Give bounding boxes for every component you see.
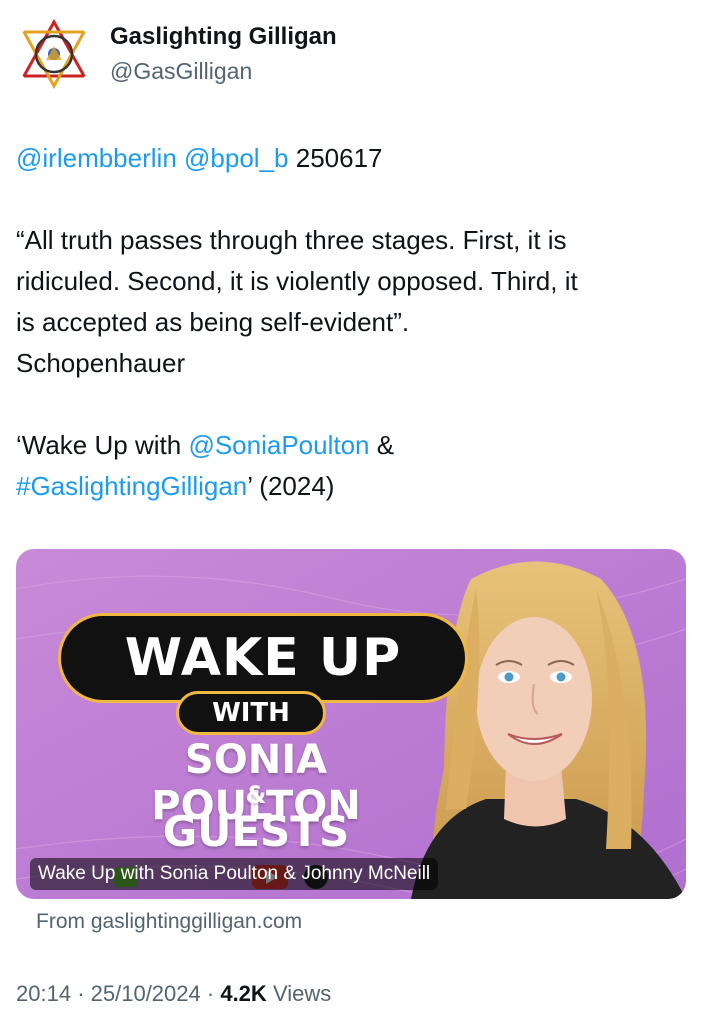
- quote-author: Schopenhauer: [16, 348, 186, 378]
- card-title-with: WITH: [212, 698, 290, 728]
- card-source[interactable]: From gaslightinggilligan.com: [36, 909, 302, 935]
- tweet-text-fragment: 250617: [295, 143, 383, 173]
- author-display-name[interactable]: Gaslighting Gilligan: [110, 22, 337, 52]
- card-guests: GUESTS: [162, 807, 350, 856]
- tweet-time[interactable]: 20:14: [16, 981, 71, 1006]
- tweet-text-fragment: ’ (2024): [247, 471, 335, 501]
- quote-line: “All truth passes through three stages. …: [16, 225, 567, 255]
- author-handle[interactable]: @GasGilligan: [110, 56, 337, 86]
- tweet-meta: 20:14 · 25/10/2024 · 4.2K Views: [16, 980, 331, 1008]
- tweet-date[interactable]: 25/10/2024: [91, 981, 201, 1006]
- card-caption[interactable]: Wake Up with Sonia Poulton & Johnny McNe…: [30, 858, 439, 890]
- tweet-line-mentions: @irlembberlin @bpol_b 250617: [16, 138, 692, 179]
- tweet-text-fragment: &: [376, 430, 395, 460]
- hashtag-link[interactable]: #GaslightingGilligan: [16, 471, 247, 501]
- card-ampersand: &: [245, 781, 267, 809]
- meta-separator: ·: [77, 981, 85, 1006]
- meta-separator: ·: [206, 981, 215, 1006]
- logo-icon: [21, 18, 87, 90]
- views-count[interactable]: 4.2K: [220, 981, 266, 1006]
- quote-line: is accepted as being self-evident”.: [16, 307, 410, 337]
- show-line-1: ‘Wake Up with @SoniaPoulton &: [16, 425, 692, 466]
- quote-line: ridiculed. Second, it is violently oppos…: [16, 266, 578, 296]
- show-line-2: #GaslightingGilligan’ (2024): [16, 466, 692, 507]
- card-title-big: WAKE UP: [124, 628, 402, 688]
- mention-link[interactable]: @bpol_b: [184, 143, 288, 173]
- views-label: Views: [272, 981, 332, 1006]
- tweet-text: @irlembberlin @bpol_b 250617 “All truth …: [16, 138, 692, 507]
- mention-link[interactable]: @irlembberlin: [16, 143, 177, 173]
- mention-link[interactable]: @SoniaPoulton: [188, 430, 369, 460]
- card-with-banner: WITH: [176, 691, 326, 735]
- tweet-header: Gaslighting Gilligan @GasGilligan: [16, 14, 337, 94]
- link-card[interactable]: WAKE UP WITH SONIA POULTON & GUESTS Wake…: [16, 549, 686, 899]
- card-title-banner: WAKE UP: [58, 613, 468, 703]
- tweet-text-fragment: ‘Wake Up with: [16, 430, 182, 460]
- avatar[interactable]: [16, 16, 92, 92]
